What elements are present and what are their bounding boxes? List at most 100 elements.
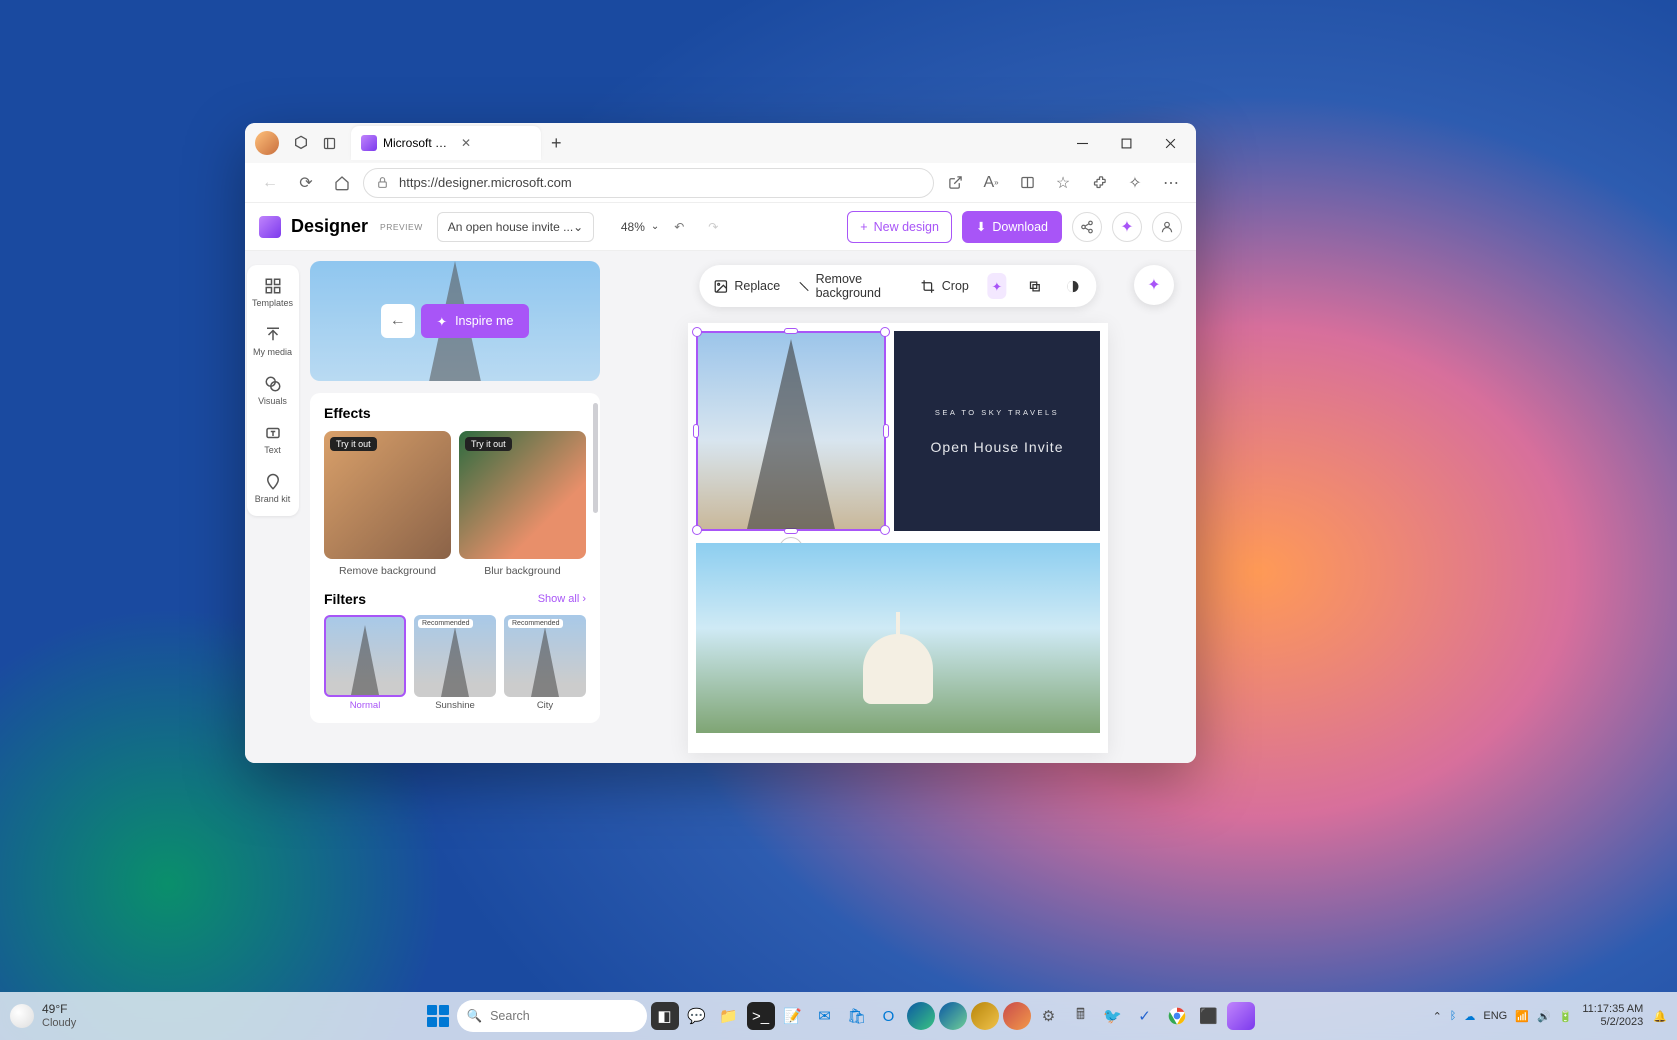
document-dropdown[interactable]: An open house invite ... ⌄ <box>437 212 594 242</box>
tray-chevron-icon[interactable]: ⌃ <box>1433 1010 1442 1023</box>
chat-icon[interactable]: 💬 <box>683 1002 711 1030</box>
filter-normal[interactable]: Normal <box>324 615 406 711</box>
resize-handle[interactable] <box>692 525 702 535</box>
redo-button[interactable]: ↷ <box>699 213 727 241</box>
filter-city[interactable]: Recommended City <box>504 615 586 711</box>
rail-templates[interactable]: Templates <box>249 273 297 312</box>
language-indicator[interactable]: ENG <box>1483 1010 1507 1022</box>
url-text: https://designer.microsoft.com <box>399 175 572 190</box>
ai-sparkle-button[interactable]: ✦ <box>1112 212 1142 242</box>
remove-background-button[interactable]: Remove background <box>798 272 903 300</box>
home-button[interactable] <box>327 168 357 198</box>
filter-sunshine[interactable]: Recommended Sunshine <box>414 615 496 711</box>
inspire-me-button[interactable]: ✦ Inspire me <box>421 304 530 338</box>
edge-canary-icon[interactable] <box>1003 1002 1031 1030</box>
resize-handle[interactable] <box>880 327 890 337</box>
edge-icon[interactable] <box>907 1002 935 1030</box>
hero-back-button[interactable]: ← <box>381 304 415 338</box>
back-button[interactable]: ← <box>255 168 285 198</box>
show-all-link[interactable]: Show all › <box>538 593 586 605</box>
workspaces-icon[interactable] <box>287 129 315 157</box>
browser-tab[interactable]: Microsoft Designer - Stunning d ✕ <box>351 126 541 160</box>
scrollbar-thumb[interactable] <box>593 403 598 513</box>
rail-text[interactable]: Text <box>249 420 297 459</box>
browser-titlebar: Microsoft Designer - Stunning d ✕ + <box>245 123 1196 163</box>
opacity-button[interactable] <box>1063 273 1083 299</box>
window-close-button[interactable] <box>1148 127 1192 159</box>
terminal-icon[interactable]: >_ <box>747 1002 775 1030</box>
resize-handle[interactable] <box>692 327 702 337</box>
read-aloud-icon[interactable]: A» <box>976 168 1006 198</box>
clock[interactable]: 11:17:35 AM 5/2/2023 <box>1582 1003 1643 1029</box>
edge-dev-icon[interactable] <box>971 1002 999 1030</box>
store-icon[interactable]: 🛍 <box>843 1002 871 1030</box>
refresh-button[interactable]: ⟳ <box>291 168 321 198</box>
settings-icon[interactable]: ⚙ <box>1035 1002 1063 1030</box>
selected-image[interactable]: ↻ <box>696 331 886 531</box>
tab-actions-icon[interactable] <box>315 129 343 157</box>
notifications-icon[interactable]: 🔔 <box>1653 1010 1667 1023</box>
todo-icon[interactable]: ✓ <box>1131 1002 1159 1030</box>
download-button[interactable]: ⬇ Download <box>962 211 1062 243</box>
split-screen-icon[interactable] <box>1012 168 1042 198</box>
url-input[interactable]: https://designer.microsoft.com <box>363 168 934 198</box>
designer-icon[interactable] <box>1227 1002 1255 1030</box>
window-minimize-button[interactable] <box>1060 127 1104 159</box>
resize-handle[interactable] <box>784 528 798 534</box>
taskbar-search[interactable]: 🔍 Search <box>457 1000 647 1032</box>
rail-brand-kit[interactable]: Brand kit <box>249 469 297 508</box>
outlook-icon[interactable]: O <box>875 1002 903 1030</box>
resize-handle[interactable] <box>784 328 798 334</box>
start-button[interactable] <box>423 1001 453 1031</box>
effect-remove-background[interactable]: Try it out <box>324 431 451 559</box>
explorer-icon[interactable]: 📁 <box>715 1002 743 1030</box>
rail-my-media[interactable]: My media <box>249 322 297 361</box>
share-button[interactable] <box>1072 212 1102 242</box>
task-view-icon[interactable]: ◧ <box>651 1002 679 1030</box>
design-canvas[interactable]: ↻ SEA TO SKY TRAVELS Open House Invite <box>688 323 1108 753</box>
resize-handle[interactable] <box>883 424 889 438</box>
canvas-image-2[interactable] <box>696 543 1100 733</box>
rail-visuals[interactable]: Visuals <box>249 371 297 410</box>
chevron-down-icon[interactable]: ⌄ <box>651 221 659 232</box>
volume-icon[interactable]: 🔊 <box>1537 1010 1551 1023</box>
new-tab-button[interactable]: + <box>551 133 562 154</box>
battery-icon[interactable]: 🔋 <box>1559 1010 1573 1023</box>
layers-button[interactable] <box>1025 273 1045 299</box>
profile-avatar[interactable] <box>255 131 279 155</box>
crop-button[interactable]: Crop <box>921 279 969 294</box>
twitter-icon[interactable]: 🐦 <box>1099 1002 1127 1030</box>
window-maximize-button[interactable] <box>1104 127 1148 159</box>
account-button[interactable] <box>1152 212 1182 242</box>
tab-close-icon[interactable]: ✕ <box>461 136 531 150</box>
extensions-icon[interactable] <box>1084 168 1114 198</box>
text-block[interactable]: SEA TO SKY TRAVELS Open House Invite <box>894 331 1100 531</box>
magic-edit-button[interactable]: ✦ <box>987 273 1007 299</box>
powertoys-icon[interactable]: ⬛ <box>1195 1002 1223 1030</box>
weather-temp: 49°F <box>42 1003 76 1017</box>
open-external-icon[interactable] <box>940 168 970 198</box>
menu-icon[interactable]: ⋯ <box>1156 168 1186 198</box>
calculator-icon[interactable]: 🖩 <box>1067 1002 1095 1030</box>
mail-icon[interactable]: ✉ <box>811 1002 839 1030</box>
context-toolbar: Replace Remove background Crop ✦ <box>699 265 1096 307</box>
ai-fab-button[interactable]: ✦ <box>1134 265 1174 305</box>
new-design-button[interactable]: + New design <box>847 211 952 243</box>
document-name: An open house invite ... <box>448 220 573 234</box>
onedrive-icon[interactable]: ☁ <box>1464 1010 1475 1023</box>
wifi-icon[interactable]: 📶 <box>1515 1010 1529 1023</box>
replace-button[interactable]: Replace <box>713 279 780 294</box>
weather-widget[interactable]: 49°F Cloudy <box>10 1003 76 1029</box>
time: 11:17:35 AM <box>1582 1003 1643 1016</box>
chrome-icon[interactable] <box>1163 1002 1191 1030</box>
resize-handle[interactable] <box>880 525 890 535</box>
favorite-icon[interactable]: ☆ <box>1048 168 1078 198</box>
bluetooth-icon[interactable]: ᛒ <box>1450 1010 1457 1022</box>
zoom-level[interactable]: 48% <box>621 220 645 234</box>
collections-icon[interactable]: ✧ <box>1120 168 1150 198</box>
notes-icon[interactable]: 📝 <box>779 1002 807 1030</box>
edge-beta-icon[interactable] <box>939 1002 967 1030</box>
undo-button[interactable]: ↶ <box>665 213 693 241</box>
effect-blur-background[interactable]: Try it out <box>459 431 586 559</box>
resize-handle[interactable] <box>693 424 699 438</box>
